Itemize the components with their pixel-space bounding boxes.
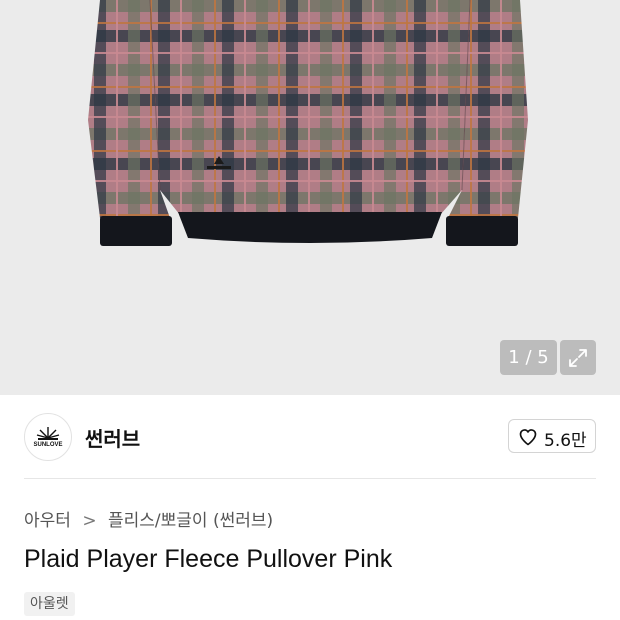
expand-button[interactable] — [560, 340, 596, 375]
brand-name[interactable]: 썬러브 — [85, 423, 140, 452]
product-title: Plaid Player Fleece Pullover Pink — [24, 545, 393, 573]
expand-icon — [569, 349, 587, 367]
sunlove-logo-icon: SUNLOVE — [33, 427, 63, 448]
breadcrumb-item-fleece[interactable]: 플리스/뽀글이 (썬러브) — [108, 506, 273, 531]
brand-logo[interactable]: SUNLOVE — [24, 413, 72, 461]
like-button[interactable]: 5.6만 — [508, 419, 596, 453]
breadcrumb-separator: > — [82, 511, 97, 531]
product-image-gallery[interactable]: 1 / 5 — [0, 0, 620, 395]
heart-icon — [519, 429, 537, 446]
product-image — [88, 0, 528, 246]
like-count: 5.6만 — [544, 431, 587, 451]
breadcrumb-item-outer[interactable]: 아우터 — [24, 506, 71, 531]
pager-text: 1 / 5 — [508, 347, 549, 368]
divider — [24, 478, 596, 479]
image-pager: 1 / 5 — [500, 340, 557, 375]
brand-row: SUNLOVE 썬러브 5.6만 — [24, 413, 596, 461]
outlet-tag: 아울렛 — [24, 592, 75, 616]
svg-text:SUNLOVE: SUNLOVE — [33, 442, 62, 448]
breadcrumb: 아우터 > 플리스/뽀글이 (썬러브) — [24, 506, 273, 531]
